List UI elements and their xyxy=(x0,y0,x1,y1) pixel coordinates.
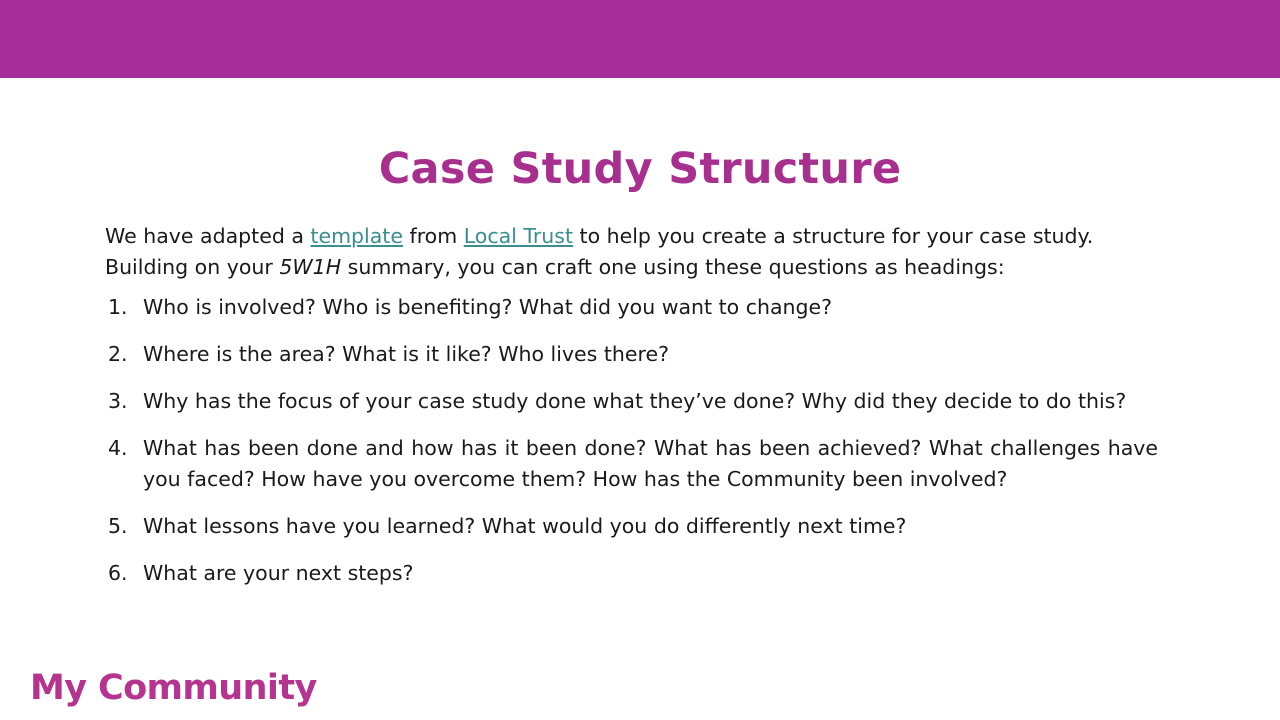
list-item-number: 4. xyxy=(108,436,128,460)
list-item-number: 2. xyxy=(108,342,128,366)
list-item-text: What has been done and how has it been d… xyxy=(143,436,1158,491)
list-item: 5. What lessons have you learned? What wo… xyxy=(105,511,1158,542)
list-item: 6. What are your next steps? xyxy=(105,558,1158,589)
template-link[interactable]: template xyxy=(310,224,403,248)
list-item: 3. Why has the focus of your case study d… xyxy=(105,386,1158,417)
list-item-text: What are your next steps? xyxy=(143,561,414,585)
list-item-text: Who is involved? Who is benefiting? What… xyxy=(143,295,833,319)
local-trust-link[interactable]: Local Trust xyxy=(464,224,573,248)
list-item: 1. Who is involved? Who is benefiting? Wh… xyxy=(105,292,1158,323)
list-item: 4. What has been done and how has it been… xyxy=(105,433,1158,495)
list-item-text: What lessons have you learned? What woul… xyxy=(143,514,907,538)
list-item-text: Why has the focus of your case study don… xyxy=(143,389,1127,413)
intro-text-part2: from xyxy=(402,224,464,248)
slide-body: We have adapted a template from Local Tr… xyxy=(105,221,1158,589)
list-item-number: 5. xyxy=(108,514,128,538)
slide: Case Study Structure We have adapted a t… xyxy=(0,0,1280,720)
question-list: 1. Who is involved? Who is benefiting? Wh… xyxy=(105,292,1158,589)
list-item-text: Where is the area? What is it like? Who … xyxy=(143,342,669,366)
list-item-number: 1. xyxy=(108,295,128,319)
top-accent-bar xyxy=(0,0,1280,78)
my-community-logo: My Community xyxy=(30,668,317,708)
list-item-number: 3. xyxy=(108,389,128,413)
page-title: Case Study Structure xyxy=(378,143,902,194)
list-item: 2. Where is the area? What is it like? Wh… xyxy=(105,339,1158,370)
intro-text-part1: We have adapted a xyxy=(105,224,311,248)
list-item-number: 6. xyxy=(108,561,128,585)
intro-text-part4: summary, you can craft one using these q… xyxy=(341,255,1005,279)
intro-paragraph: We have adapted a template from Local Tr… xyxy=(105,221,1158,283)
five-w-one-h-term: 5W1H xyxy=(279,255,342,279)
